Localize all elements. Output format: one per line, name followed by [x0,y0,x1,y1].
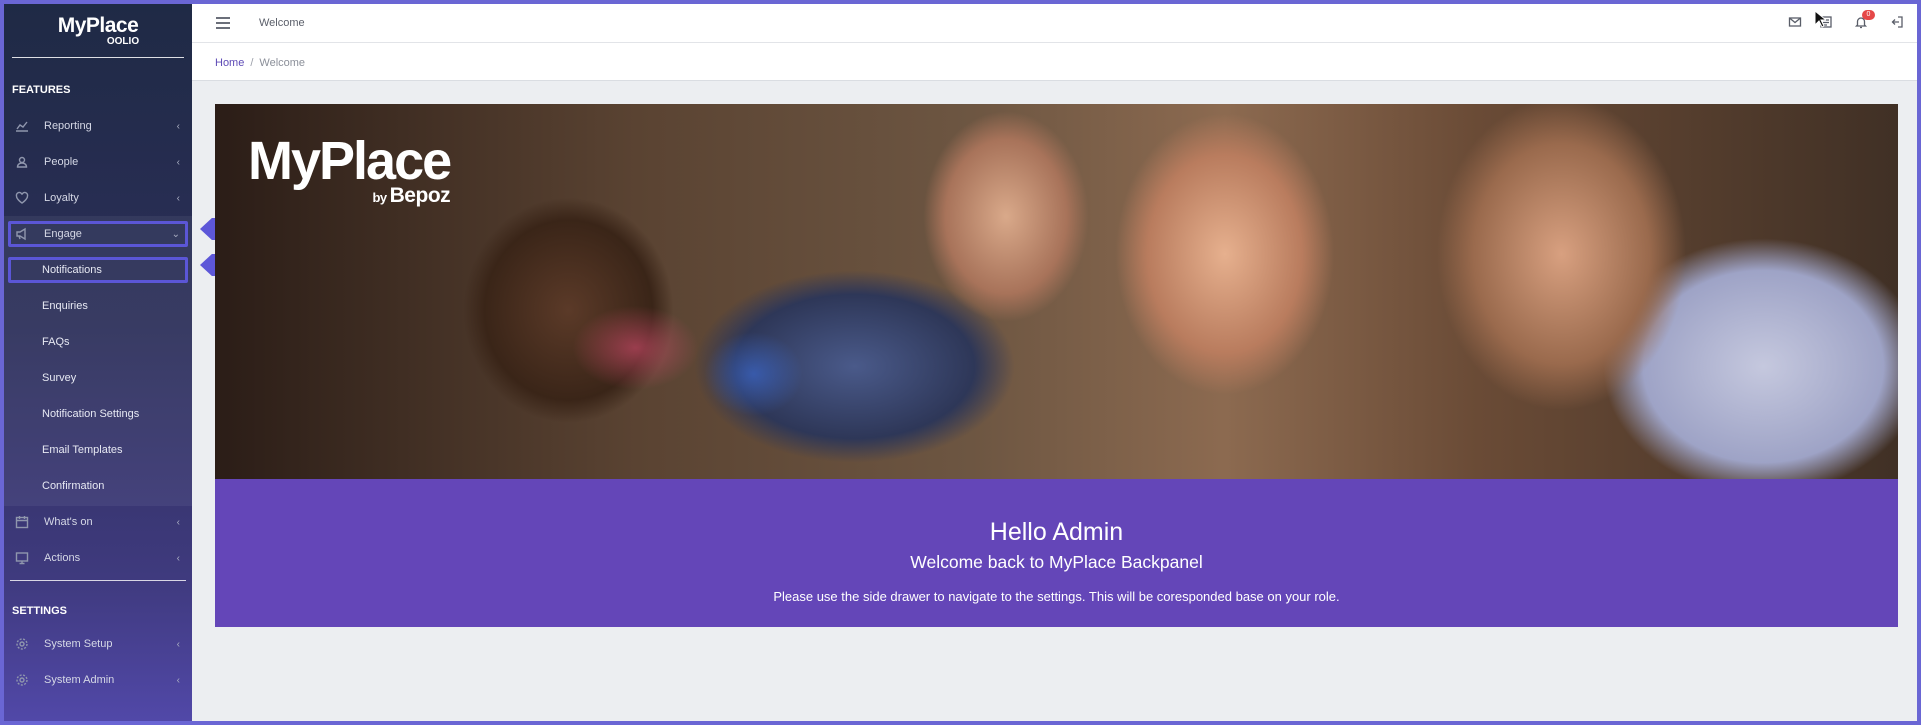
breadcrumb-home-link[interactable]: Home [215,57,244,69]
submenu-item-email-templates[interactable]: Email Templates [4,432,192,468]
welcome-subheading: Welcome back to MyPlace Backpanel [910,552,1203,572]
sidebar-item-label: People [44,156,79,168]
submenu-item-enquiries[interactable]: Enquiries [4,288,192,324]
sidebar-item-label: What's on [44,516,93,528]
gear-icon [14,672,30,688]
submenu-item-notification-settings[interactable]: Notification Settings [4,396,192,432]
chevron-left-icon: ‹ [176,192,180,204]
notification-badge: 0 [1862,10,1875,20]
settings-section-title: SETTINGS [12,605,68,617]
sidebar: MyPlace OOLIO FEATURES Reporting ‹ Peopl… [4,4,192,721]
chevron-left-icon: ‹ [176,638,180,650]
welcome-heading: Hello Admin [989,518,1124,546]
breadcrumb-separator: / [250,57,254,69]
welcome-panel: Hello Admin Welcome back to MyPlace Back… [215,479,1898,627]
breadcrumb-current: Welcome [259,57,306,69]
app-frame: MyPlace OOLIO FEATURES Reporting ‹ Peopl… [4,4,1917,721]
submenu-item-confirmation[interactable]: Confirmation [4,468,192,504]
chevron-left-icon: ‹ [176,156,180,168]
breadcrumb-bar: Home / Welcome [192,43,1917,81]
calendar-icon [14,514,30,530]
brand-sub: OOLIO [106,35,140,47]
sidebar-item-reporting[interactable]: Reporting ‹ [4,108,192,144]
submenu-item-faqs[interactable]: FAQs [4,324,192,360]
features-section-title: FEATURES [12,84,71,96]
sidebar-item-label: Loyalty [44,192,79,204]
menu-toggle-icon[interactable] [216,17,230,29]
welcome-text: Please use the side drawer to navigate t… [773,589,1340,604]
mouse-cursor-icon [1814,10,1826,28]
gear-icon [14,636,30,652]
sidebar-item-system-setup[interactable]: System Setup ‹ [4,626,192,662]
hero-banner-image: MyPlace by Bepoz [215,104,1898,479]
submenu-item-survey[interactable]: Survey [4,360,192,396]
sidebar-item-label: Actions [44,552,81,564]
sidebar-item-loyalty[interactable]: Loyalty ‹ [4,180,192,216]
chevron-left-icon: ‹ [176,552,180,564]
chevron-left-icon: ‹ [176,516,180,528]
highlight-box-engage [8,221,188,247]
chevron-left-icon: ‹ [176,674,180,686]
hero-logo: MyPlace by Bepoz [248,131,452,208]
people-icon [14,154,30,170]
chart-line-icon [14,118,30,134]
header-title: Welcome [259,17,305,29]
heart-icon [14,190,30,206]
sidebar-item-whats-on[interactable]: What's on ‹ [4,504,192,540]
sidebar-item-label: System Admin [44,674,115,686]
sidebar-item-label: Reporting [44,120,92,132]
chevron-left-icon: ‹ [176,120,180,132]
highlight-box-notifications [8,257,188,283]
breadcrumb: Home / Welcome [215,57,305,69]
sidebar-divider [10,580,186,581]
monitor-icon [14,550,30,566]
hero-logo-main: MyPlace [248,131,452,191]
bell-icon[interactable]: 0 [1854,10,1875,31]
mail-icon[interactable] [1788,15,1804,31]
brand-name: MyPlace [57,13,139,37]
sidebar-item-actions[interactable]: Actions ‹ [4,540,192,576]
sidebar-item-label: System Setup [44,638,113,650]
sidebar-item-people[interactable]: People ‹ [4,144,192,180]
brand-logo[interactable]: MyPlace OOLIO [12,4,184,58]
hero-logo-by: by [372,190,387,205]
sidebar-item-system-admin[interactable]: System Admin ‹ [4,662,192,698]
top-header: Welcome 0 [192,4,1917,43]
hero-logo-brand: Bepoz [389,184,451,207]
logout-icon[interactable] [1890,15,1906,31]
